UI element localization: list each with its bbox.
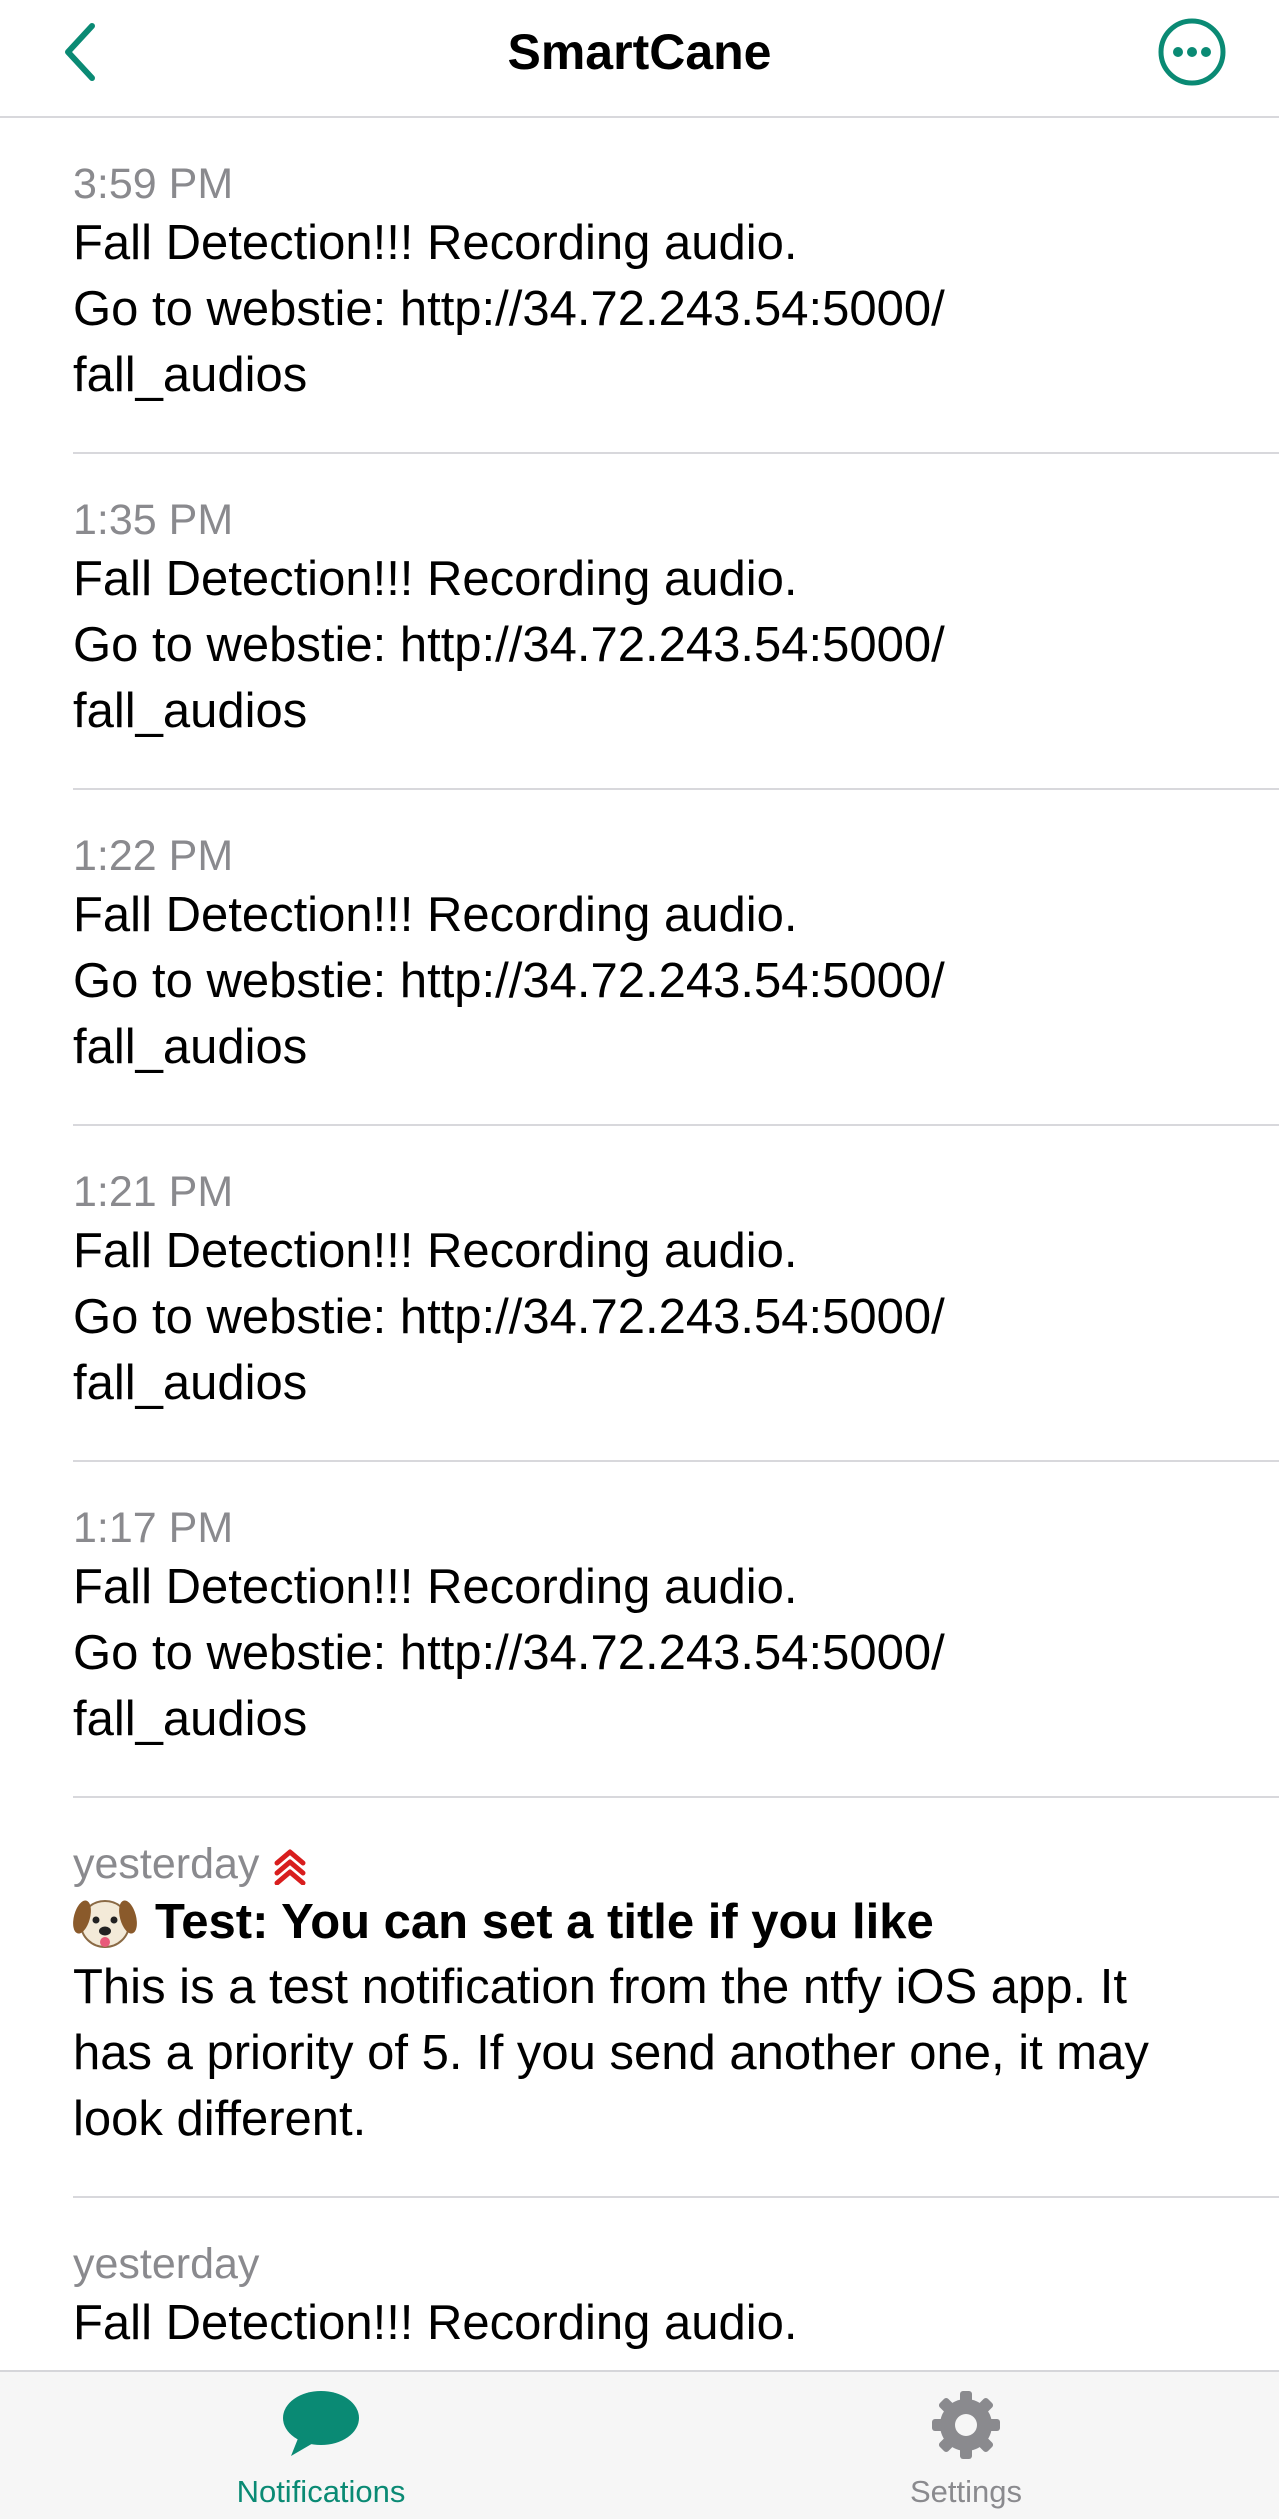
notification-time: 1:22 PM — [73, 832, 234, 880]
more-button[interactable] — [1156, 16, 1228, 88]
notification-message: Fall Detection!!! Recording audio. Go to… — [73, 552, 945, 738]
notification-item[interactable]: 1:21 PM Fall Detection!!! Recording audi… — [73, 1126, 1279, 1462]
notification-item[interactable]: 1:22 PM Fall Detection!!! Recording audi… — [73, 790, 1279, 1126]
notification-title-row: Test: You can set a title if you like — [73, 1890, 1279, 1954]
dog-face-icon — [73, 1893, 137, 1951]
notification-item[interactable]: 1:17 PM Fall Detection!!! Recording audi… — [73, 1462, 1279, 1798]
notification-time: 3:59 PM — [73, 160, 234, 208]
notification-time: yesterday — [73, 2240, 260, 2288]
notification-time: 1:35 PM — [73, 496, 234, 544]
tab-notifications-label: Notifications — [236, 2474, 406, 2509]
tab-bar: Notifications Settings — [0, 2370, 1279, 2519]
gear-icon — [929, 2388, 1003, 2467]
ellipsis-circle-icon — [1158, 18, 1226, 86]
tab-notifications[interactable]: Notifications — [121, 2372, 521, 2519]
notification-message: Fall Detection!!! Recording audio. — [73, 2296, 798, 2350]
page-title: SmartCane — [507, 24, 772, 80]
notification-message: Fall Detection!!! Recording audio. Go to… — [73, 216, 945, 402]
chat-bubble-icon — [281, 2388, 361, 2465]
navigation-bar: SmartCane — [0, 0, 1279, 118]
tab-settings-label: Settings — [909, 2474, 1022, 2509]
priority-max-icon — [273, 1845, 307, 1886]
notification-time: yesterday — [73, 1840, 260, 1888]
notification-time-row: yesterday — [73, 1838, 1279, 1890]
notification-message: Fall Detection!!! Recording audio. Go to… — [73, 1560, 945, 1746]
notification-message: Fall Detection!!! Recording audio. Go to… — [73, 888, 945, 1074]
notification-list[interactable]: 3:59 PM Fall Detection!!! Recording audi… — [0, 118, 1279, 2370]
notification-time: 1:17 PM — [73, 1504, 234, 1552]
notification-item[interactable]: 3:59 PM Fall Detection!!! Recording audi… — [73, 118, 1279, 454]
notification-time: 1:21 PM — [73, 1168, 234, 1216]
tab-settings[interactable]: Settings — [766, 2372, 1166, 2519]
notification-item[interactable]: yesterday Fall Detection!!! Recording au… — [73, 2198, 1279, 2370]
notification-message: Fall Detection!!! Recording audio. Go to… — [73, 1224, 945, 1410]
notification-item[interactable]: yesterday Test: You can set a title if y… — [73, 1798, 1279, 2198]
notification-item[interactable]: 1:35 PM Fall Detection!!! Recording audi… — [73, 454, 1279, 790]
notification-message: This is a test notification from the ntf… — [73, 1960, 1149, 2146]
notification-title: Test: You can set a title if you like — [155, 1895, 934, 1949]
